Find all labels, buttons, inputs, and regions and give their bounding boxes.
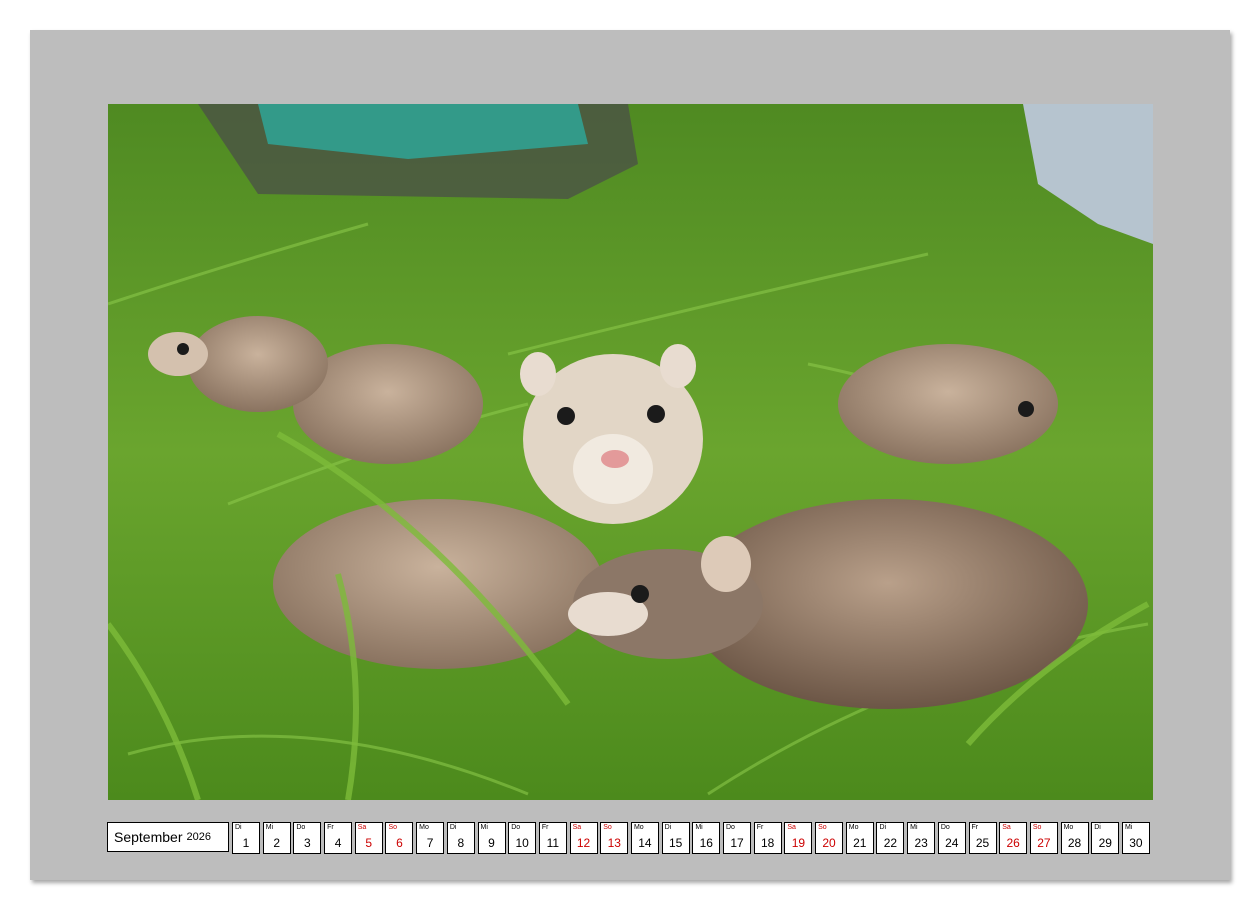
day-number: 4	[334, 836, 342, 850]
day-number: 27	[1037, 836, 1051, 850]
calendar-strip: September 2026 Di 1 Mi 2 Do 3 Fr 4 Sa 5 So 6 Mo 7 Di 8 M…	[107, 822, 1153, 854]
day-cell: Sa 19	[784, 822, 813, 854]
day-number: 19	[791, 836, 806, 850]
day-number: 17	[730, 836, 744, 850]
day-number: 24	[945, 836, 959, 850]
weekday-label: Di	[1094, 824, 1101, 831]
day-cell: Do 17	[723, 822, 751, 854]
day-cell: Do 24	[937, 822, 966, 854]
day-cell: So 13	[600, 822, 629, 854]
day-number: 6	[396, 836, 403, 850]
weekday-label: Di	[235, 824, 242, 831]
day-number: 5	[365, 836, 373, 850]
ferret-photo	[108, 104, 1153, 800]
day-cell: Fr 25	[968, 822, 997, 854]
day-number: 29	[1098, 836, 1112, 850]
weekday-label: Di	[664, 824, 672, 831]
day-cell: Fr 18	[753, 822, 782, 854]
day-number: 20	[822, 836, 836, 850]
day-number: 12	[576, 836, 591, 850]
day-number: 2	[273, 836, 281, 850]
weekday-label: Mo	[1063, 824, 1074, 831]
day-number: 3	[304, 836, 311, 850]
day-number: 15	[668, 836, 683, 850]
day-number: 28	[1067, 836, 1082, 850]
weekday-label: Fr	[541, 824, 549, 831]
day-cell: Mo 14	[630, 822, 659, 854]
weekday-label: Mo	[848, 824, 859, 831]
day-number: 1	[242, 836, 250, 850]
month-name: September	[114, 829, 183, 845]
day-cell: Mo 21	[845, 822, 874, 854]
day-cell: Sa 12	[569, 822, 598, 854]
weekday-label: Mi	[1124, 824, 1133, 831]
weekday-label: Fr	[327, 824, 334, 831]
ferret-photo-illustration	[108, 104, 1153, 800]
weekday-label: So	[1032, 824, 1042, 831]
day-number: 7	[426, 836, 434, 850]
day-cell: Di 8	[446, 822, 475, 854]
day-cell: Di 29	[1091, 822, 1120, 854]
day-number: 18	[761, 836, 775, 850]
day-cell: Di 15	[661, 822, 690, 854]
weekday-label: Fr	[756, 824, 764, 831]
day-number: 9	[488, 836, 495, 850]
weekday-label: Di	[449, 824, 457, 831]
day-cell: Di 1	[232, 822, 260, 854]
day-number: 13	[607, 836, 621, 850]
day-number: 22	[883, 836, 898, 850]
weekday-label: Fr	[971, 824, 979, 831]
weekday-label: So	[818, 824, 827, 831]
day-number: 16	[699, 836, 713, 850]
weekday-label: So	[603, 824, 612, 831]
weekday-label: Do	[511, 824, 521, 831]
day-cell: Mi 16	[692, 822, 721, 854]
month-year: 2026	[186, 831, 211, 843]
day-number: 11	[546, 836, 560, 850]
month-label: September 2026	[107, 822, 229, 852]
weekday-label: Sa	[1002, 824, 1011, 831]
day-cell: Mo 7	[416, 822, 445, 854]
day-cell: Do 3	[293, 822, 322, 854]
day-number: 10	[515, 836, 529, 850]
day-cell: Mi 2	[262, 822, 291, 854]
day-cell: Sa 26	[999, 822, 1028, 854]
day-cell: Mi 9	[477, 822, 506, 854]
day-cell: Sa 5	[354, 822, 383, 854]
weekday-label: Mi	[910, 824, 918, 831]
day-number: 30	[1129, 836, 1143, 850]
day-number: 26	[1006, 836, 1020, 850]
day-cell: So 20	[815, 822, 844, 854]
weekday-label: Di	[879, 824, 887, 831]
day-number: 21	[853, 836, 867, 850]
weekday-label: Mi	[265, 824, 274, 831]
day-cell: Di 22	[876, 822, 905, 854]
day-cell: Fr 4	[324, 822, 353, 854]
day-cells: Di 1 Mi 2 Do 3 Fr 4 Sa 5 So 6 Mo 7 Di 8 Mi 9 Do 10 Fr 11 Sa 12 S…	[232, 822, 1153, 854]
weekday-label: Sa	[357, 824, 367, 831]
day-cell: Mi 30	[1121, 822, 1150, 854]
day-number: 23	[914, 836, 928, 850]
day-cell: Fr 11	[538, 822, 567, 854]
weekday-label: Mo	[633, 824, 644, 831]
weekday-label: Sa	[787, 824, 796, 831]
day-number: 25	[975, 836, 990, 850]
day-number: 8	[457, 836, 465, 850]
weekday-label: Mo	[419, 824, 429, 831]
day-number: 14	[638, 836, 652, 850]
day-cell: Do 10	[508, 822, 537, 854]
weekday-label: Sa	[572, 824, 582, 831]
day-cell: So 27	[1029, 822, 1058, 854]
day-cell: So 6	[385, 822, 414, 854]
weekday-label: Do	[940, 824, 950, 831]
weekday-label: Do	[726, 824, 735, 831]
weekday-label: Do	[296, 824, 306, 831]
weekday-label: Mi	[695, 824, 703, 831]
day-cell: Mi 23	[907, 822, 936, 854]
day-cell: Mo 28	[1060, 822, 1089, 854]
weekday-label: Mi	[480, 824, 488, 831]
weekday-label: So	[388, 824, 397, 831]
